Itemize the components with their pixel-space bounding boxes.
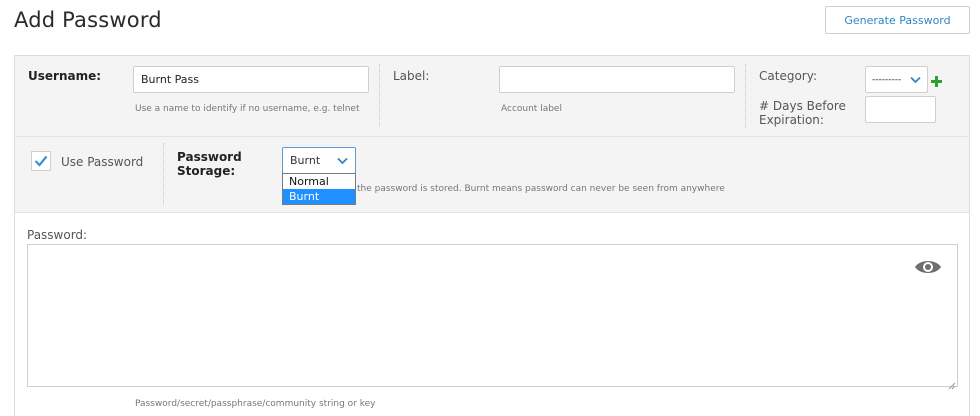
use-password-label: Use Password <box>61 155 144 169</box>
password-label: Password: <box>27 228 88 242</box>
account-label-field[interactable] <box>499 66 735 93</box>
expiration-label-line1: # Days Before <box>759 99 846 113</box>
category-selected-value: --------- <box>872 74 902 85</box>
show-password-eye-icon[interactable] <box>914 258 942 280</box>
password-textarea[interactable] <box>27 244 958 390</box>
expiration-label: # Days Before Expiration: <box>759 99 846 127</box>
expiration-label-line2: Expiration: <box>759 113 824 127</box>
password-storage-dropdown: Normal Burnt <box>282 173 356 205</box>
page-title: Add Password <box>14 8 162 32</box>
password-hint: Password/secret/passphrase/community str… <box>135 399 376 409</box>
username-field[interactable]: Burnt Pass <box>133 66 369 93</box>
password-storage-label-line1: Password <box>177 150 242 164</box>
category-label: Category: <box>759 69 817 83</box>
password-storage-label-line2: Storage: <box>177 164 236 178</box>
dropdown-option-normal[interactable]: Normal <box>283 174 355 189</box>
username-hint: Use a name to identify if no username, e… <box>135 104 360 114</box>
use-password-checkbox[interactable] <box>31 151 51 171</box>
dropdown-option-burnt[interactable]: Burnt <box>283 189 355 204</box>
checkmark-icon <box>34 155 48 167</box>
account-label-hint: Account label <box>501 104 562 114</box>
add-category-icon[interactable] <box>931 72 942 91</box>
password-storage-select[interactable]: Burnt <box>282 147 356 174</box>
chevron-down-icon <box>910 76 921 84</box>
account-label-label: Label: <box>393 69 430 83</box>
generate-password-button[interactable]: Generate Password <box>825 6 970 34</box>
divider <box>745 64 746 128</box>
password-storage-selected-value: Burnt <box>290 154 321 167</box>
divider <box>163 143 164 205</box>
expiration-days-field[interactable] <box>865 96 936 123</box>
chevron-down-icon <box>337 157 348 165</box>
password-storage-hint: the password is stored. Burnt means pass… <box>357 184 725 194</box>
resize-handle-icon[interactable] <box>946 375 956 390</box>
category-select[interactable]: --------- <box>865 66 928 93</box>
password-storage-label: Password Storage: <box>177 150 242 178</box>
username-label: Username: <box>28 69 102 83</box>
divider <box>379 64 380 126</box>
storage-row <box>15 136 969 213</box>
